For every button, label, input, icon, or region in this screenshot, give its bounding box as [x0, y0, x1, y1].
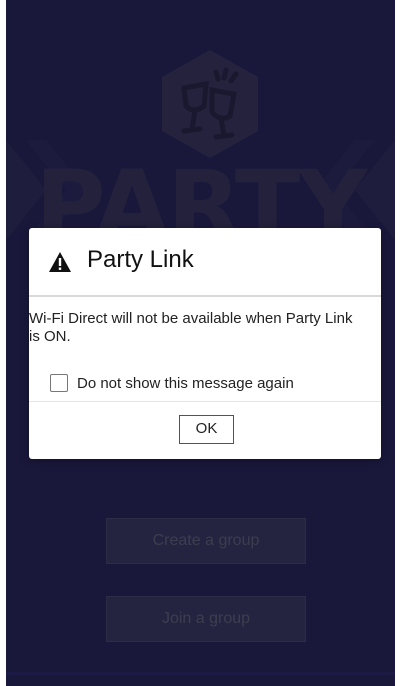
dont-show-again-row[interactable]: Do not show this message again: [50, 373, 294, 393]
dont-show-again-label[interactable]: Do not show this message again: [77, 375, 294, 392]
action-divider: [29, 401, 381, 402]
dialog-header: Party Link: [29, 228, 381, 295]
dialog-message: Wi-Fi Direct will not be available when …: [29, 310, 353, 345]
party-link-dialog: Party Link Wi-Fi Direct will not be avai…: [29, 228, 381, 459]
warning-icon: [49, 252, 71, 272]
ok-button[interactable]: OK: [179, 415, 234, 444]
header-divider: [29, 295, 381, 297]
bottom-edge: [6, 672, 395, 675]
dialog-title: Party Link: [87, 246, 194, 273]
dont-show-again-checkbox[interactable]: [50, 374, 68, 392]
